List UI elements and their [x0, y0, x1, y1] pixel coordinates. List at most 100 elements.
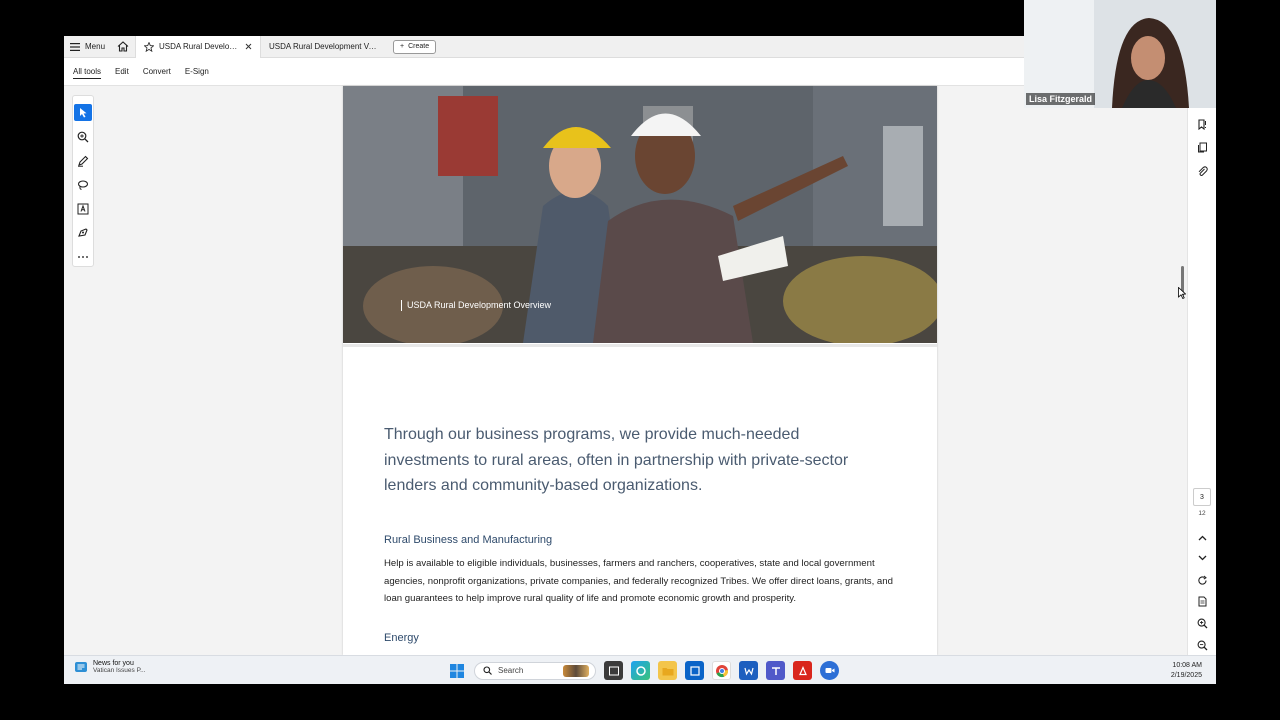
- terminal-icon: [608, 666, 619, 675]
- zoom-camera-icon: [825, 668, 834, 673]
- bookmark-button[interactable]: [1194, 116, 1210, 132]
- select-tool[interactable]: [74, 104, 92, 121]
- hamburger-icon: [70, 42, 80, 51]
- menu-convert[interactable]: Convert: [143, 67, 171, 76]
- quick-tools-toolbar: [72, 95, 94, 267]
- outlook-button[interactable]: [685, 661, 704, 680]
- page-display-button[interactable]: [1194, 593, 1210, 609]
- chevron-up-icon: [1198, 535, 1206, 541]
- zoom-meeting-button[interactable]: [820, 661, 839, 680]
- zoom-in-icon: [1197, 618, 1207, 628]
- clock-time: 10:08 AM: [1172, 662, 1202, 669]
- windows-taskbar: News for you Vatican Issues P... Search: [64, 655, 1216, 684]
- menu-e-sign[interactable]: E-Sign: [185, 67, 209, 76]
- rotate-button[interactable]: [1194, 572, 1210, 588]
- section-body-rural-business: Help is available to eligible individual…: [384, 558, 893, 604]
- copy-pages-icon: [1197, 142, 1207, 152]
- next-page-button[interactable]: [1194, 550, 1210, 566]
- create-button[interactable]: + Create: [393, 39, 437, 54]
- refresh-icon: [1197, 575, 1207, 585]
- text-box-tool[interactable]: [74, 200, 92, 217]
- section-heading-rural-business: Rural Business and Manufacturing: [384, 534, 553, 546]
- sign-tool[interactable]: [74, 224, 92, 241]
- menu-all-tools[interactable]: All tools: [73, 67, 101, 76]
- home-button[interactable]: [111, 36, 135, 58]
- pages-button[interactable]: [1194, 139, 1210, 155]
- hero-caption: USDA Rural Development Overview: [401, 300, 551, 311]
- menu-edit[interactable]: Edit: [115, 67, 129, 76]
- tab-usda-rural-development[interactable]: USDA Rural Developme..: [135, 36, 262, 58]
- mouse-cursor-icon: [1178, 287, 1186, 299]
- clock-date: 2/19/2025: [1170, 672, 1202, 679]
- bookmark-icon: [1197, 118, 1206, 130]
- news-headline: Vatican Issues P...: [93, 667, 146, 674]
- star-icon: [144, 41, 155, 52]
- document-icon: [1198, 596, 1206, 606]
- highlight-tool[interactable]: [74, 152, 92, 169]
- divider: [343, 344, 937, 347]
- taskbar-search[interactable]: Search: [474, 661, 596, 680]
- current-page-input[interactable]: 3: [1193, 488, 1211, 506]
- zoom-out-icon: [1197, 640, 1207, 650]
- paperclip-icon: [1198, 165, 1208, 176]
- fill-sign-icon: [78, 227, 88, 237]
- pen-icon: [78, 155, 89, 167]
- lasso-tool[interactable]: [74, 176, 92, 193]
- more-tools-button[interactable]: [74, 248, 92, 265]
- video-call-thumbnail: Lisa Fitzgerald: [1024, 0, 1216, 108]
- section-heading-energy: Energy: [384, 632, 419, 644]
- right-sidebar: 3 12: [1187, 86, 1216, 655]
- taskbar-apps: Search: [447, 661, 839, 680]
- chevron-down-icon: [1198, 555, 1206, 561]
- hero-photo: USDA Rural Development Overview: [343, 86, 937, 343]
- menu-button[interactable]: Menu: [64, 36, 111, 58]
- acrobat-icon: [798, 665, 807, 675]
- document-viewer: USDA Rural Development Overview Through …: [64, 86, 1216, 655]
- magnify-plus-icon: [77, 131, 89, 142]
- tab-usda-rural-development-value[interactable]: USDA Rural Development Value..: [261, 36, 387, 58]
- teams-button[interactable]: [766, 661, 785, 680]
- previous-page-button[interactable]: [1194, 530, 1210, 546]
- participant-video-image: [1024, 0, 1216, 108]
- lead-paragraph: Through our business programs, we provid…: [384, 426, 849, 494]
- outlook-icon: [689, 665, 700, 676]
- menu-label: Menu: [85, 42, 106, 51]
- word-icon: [743, 667, 754, 676]
- attachments-button[interactable]: [1194, 163, 1210, 179]
- news-widget[interactable]: News for you Vatican Issues P...: [74, 660, 146, 674]
- create-label: Create: [408, 43, 430, 50]
- acrobat-button[interactable]: [793, 661, 812, 680]
- folder-icon: [662, 667, 673, 675]
- tab-title: USDA Rural Developme..: [159, 42, 241, 51]
- lasso-icon: [77, 179, 89, 190]
- zoom-tool[interactable]: [74, 128, 92, 145]
- cursor-arrow-icon: [79, 108, 86, 118]
- news-icon: [75, 662, 87, 672]
- pdf-page: USDA Rural Development Overview Through …: [343, 86, 937, 655]
- news-title: News for you: [93, 660, 134, 667]
- close-icon[interactable]: [245, 43, 252, 50]
- zoom-out-button[interactable]: [1194, 637, 1210, 653]
- file-explorer-button[interactable]: [658, 661, 677, 680]
- chrome-icon: [715, 664, 728, 677]
- search-placeholder: Search: [498, 666, 524, 675]
- windows-logo-icon: [449, 663, 464, 678]
- file-explorer-dark-button[interactable]: [604, 661, 623, 680]
- text-box-icon: [77, 203, 89, 214]
- word-button[interactable]: [739, 661, 758, 680]
- edge-button[interactable]: [631, 661, 650, 680]
- teams-icon: [771, 666, 780, 675]
- screen: Menu USDA Rural Developme.. USDA Rural D…: [64, 36, 1216, 684]
- start-button[interactable]: [447, 661, 466, 680]
- plus-icon: +: [400, 43, 405, 50]
- edge-icon: [635, 665, 646, 676]
- home-icon: [117, 41, 129, 52]
- chrome-button[interactable]: [712, 661, 731, 680]
- search-icon: [483, 666, 492, 675]
- participant-name: Lisa Fitzgerald: [1026, 93, 1096, 105]
- system-clock[interactable]: 10:08 AM 2/19/2025: [1171, 661, 1202, 681]
- search-highlight-image: [563, 664, 589, 677]
- tab-title: USDA Rural Development Value..: [269, 42, 380, 51]
- more-dots-icon: [78, 255, 88, 258]
- zoom-in-button[interactable]: [1194, 615, 1210, 631]
